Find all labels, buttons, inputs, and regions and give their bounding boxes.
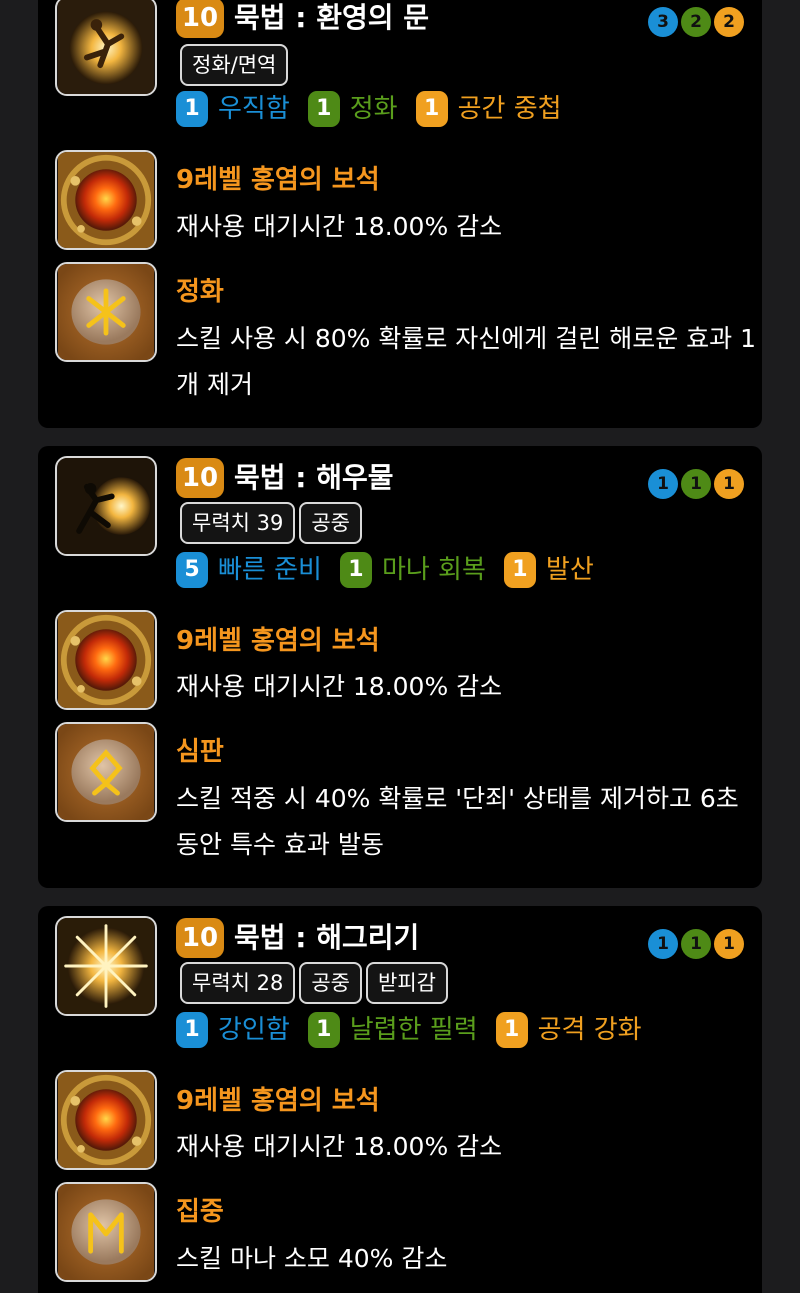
skill-title: 묵법 : 환영의 문 [234, 1, 430, 34]
tripod-name: 우직함 [218, 94, 290, 124]
tripod-level-dots: 3 2 2 [648, 7, 744, 37]
skill-tags: 무력치 28 공중 받피감 [180, 962, 448, 1004]
tripod-dot: 3 [648, 7, 678, 37]
tripod-list: 5 빠른 준비 1 마나 회복 1 발산 [176, 552, 612, 588]
skill-tag: 받피감 [366, 962, 448, 1004]
gem-description: 재사용 대기시간 18.00% 감소 [176, 212, 503, 241]
tripod-list: 1 강인함 1 날렵한 필력 1 공격 강화 [176, 1012, 660, 1048]
skill-tag: 공중 [299, 502, 362, 544]
tripod-item: 1 공격 강화 [495, 1012, 642, 1048]
rune-title: 정화 [176, 277, 224, 307]
tripod-name: 발산 [545, 555, 594, 585]
tripod-name: 정화 [349, 94, 398, 124]
skill-card: 10 묵법 : 해우물 1 1 1 무력치 39 공중 5 빠른 준비 1 마나 회… [38, 446, 762, 888]
rune-title: 심판 [176, 737, 224, 767]
tripod-level: 5 [176, 552, 208, 588]
gem-title: 9레벨 홍염의 보석 [176, 1086, 380, 1116]
tripod-level-dots: 1 1 1 [648, 469, 744, 499]
tripod-level: 1 [339, 552, 372, 588]
focus-rune-icon [55, 1182, 157, 1282]
skill-tags: 정화/면역 [180, 44, 289, 86]
crimson-flame-gem-icon [55, 150, 157, 250]
tripod-level-dots: 1 1 1 [648, 929, 744, 959]
skill-tag: 공중 [299, 962, 362, 1004]
tripod-level: 1 [495, 1012, 528, 1048]
tripod-level: 1 [503, 552, 536, 588]
skill-tags: 무력치 39 공중 [180, 502, 362, 544]
tripod-item: 5 빠른 준비 [176, 552, 322, 588]
gem-title: 9레벨 홍염의 보석 [176, 165, 380, 195]
purify-rune-icon [55, 262, 157, 362]
crimson-flame-gem-icon [55, 610, 157, 710]
skill-tag: 무력치 28 [180, 962, 296, 1004]
tripod-item: 1 우직함 [176, 91, 290, 127]
tripod-name: 빠른 준비 [218, 555, 322, 585]
skill-level-badge: 10 [176, 0, 224, 38]
tripod-level: 1 [307, 91, 340, 127]
crimson-flame-gem-icon [55, 1070, 157, 1170]
tripod-dot: 1 [714, 469, 744, 499]
skill-tag: 정화/면역 [180, 44, 289, 86]
sun-drawing-skill-icon [55, 916, 157, 1016]
rune-description: 스킬 마나 소모 40% 감소 [176, 1244, 448, 1273]
tripod-item: 1 날렵한 필력 [307, 1012, 478, 1048]
skill-title: 묵법 : 해우물 [234, 461, 394, 494]
skill-level-badge: 10 [176, 458, 224, 498]
tripod-dot: 1 [714, 929, 744, 959]
tripod-item: 1 마나 회복 [339, 552, 486, 588]
skill-title: 묵법 : 해그리기 [234, 921, 420, 954]
tripod-name: 마나 회복 [381, 555, 486, 585]
gem-title: 9레벨 홍염의 보석 [176, 626, 380, 656]
tripod-item: 1 공간 중첩 [415, 91, 562, 127]
rune-title: 집중 [176, 1197, 224, 1227]
skill-level-badge: 10 [176, 918, 224, 958]
tripod-level: 1 [307, 1012, 340, 1048]
tripod-item: 1 발산 [503, 552, 594, 588]
tripod-list: 1 우직함 1 정화 1 공간 중첩 [176, 91, 580, 127]
phantom-gate-skill-icon [55, 0, 157, 96]
tripod-name: 강인함 [218, 1015, 290, 1045]
tripod-item: 1 정화 [307, 91, 398, 127]
tripod-item: 1 강인함 [176, 1012, 290, 1048]
skill-card: 10 묵법 : 해그리기 1 1 1 무력치 28 공중 받피감 1 강인함 1날… [38, 906, 762, 1293]
tripod-name: 공격 강화 [537, 1015, 642, 1045]
tripod-level: 1 [176, 91, 208, 127]
sun-well-skill-icon [55, 456, 157, 556]
tripod-level: 1 [415, 91, 448, 127]
tripod-name: 날렵한 필력 [349, 1015, 478, 1045]
gem-description: 재사용 대기시간 18.00% 감소 [176, 1132, 503, 1161]
tripod-dot: 2 [681, 7, 711, 37]
gem-description: 재사용 대기시간 18.00% 감소 [176, 672, 503, 701]
skill-card: 10 묵법 : 환영의 문 3 2 2 정화/면역 1 우직함 1 정화 1 공간 중… [38, 0, 762, 428]
skill-tag: 무력치 39 [180, 502, 296, 544]
rune-description: 스킬 사용 시 80% 확률로 자신에게 걸린 해로운 효과 1개 제거 [176, 324, 756, 399]
judgment-rune-icon [55, 722, 157, 822]
tripod-dot: 1 [681, 469, 711, 499]
tripod-name: 공간 중첩 [457, 94, 562, 124]
tripod-dot: 1 [648, 469, 678, 499]
tripod-level: 1 [176, 1012, 208, 1048]
tripod-dot: 1 [648, 929, 678, 959]
tripod-dot: 1 [681, 929, 711, 959]
rune-description: 스킬 적중 시 40% 확률로 '단죄' 상태를 제거하고 6초 동안 특수 효… [176, 784, 739, 859]
tripod-dot: 2 [714, 7, 744, 37]
